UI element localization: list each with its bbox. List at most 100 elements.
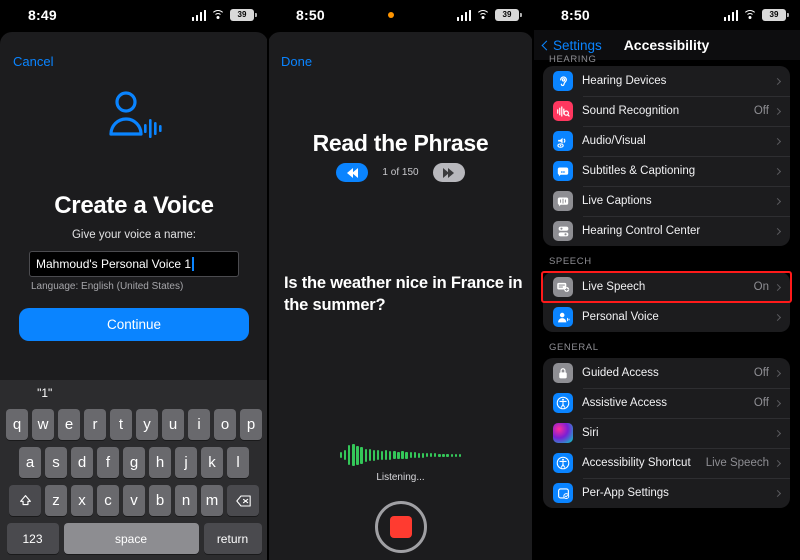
waveform-bar — [434, 453, 437, 457]
chevron-right-icon — [773, 399, 782, 407]
fast-forward-button[interactable] — [432, 163, 465, 182]
key-a[interactable]: a — [19, 447, 41, 478]
settings-row-audio-visual[interactable]: Audio/Visual — [543, 126, 790, 156]
key-u[interactable]: u — [162, 409, 184, 440]
suggestion-0[interactable]: "1" — [0, 386, 89, 400]
done-button[interactable]: Done — [281, 54, 312, 69]
key-z[interactable]: z — [45, 485, 67, 516]
status-icons: 39 — [456, 9, 522, 21]
continue-button[interactable]: Continue — [19, 308, 249, 341]
key-c[interactable]: c — [97, 485, 119, 516]
chevron-left-icon — [541, 40, 552, 50]
settings-row-value: Off — [753, 397, 769, 409]
voice-name-input[interactable]: Mahmoud's Personal Voice 1 — [29, 251, 239, 277]
chevron-right-icon — [773, 197, 782, 205]
key-p[interactable]: p — [240, 409, 262, 440]
create-voice-sheet: Cancel Create a Voice Give your voice a … — [0, 32, 268, 560]
key-x[interactable]: x — [71, 485, 93, 516]
rewind-button[interactable] — [336, 163, 369, 182]
settings-row-value: Off — [753, 367, 769, 379]
numbers-key[interactable]: 123 — [6, 523, 59, 554]
siri-icon — [553, 423, 573, 443]
key-h[interactable]: h — [149, 447, 171, 478]
key-d[interactable]: d — [71, 447, 93, 478]
settings-row-live-captions[interactable]: Live Captions — [543, 186, 790, 216]
status-icons: 39 — [723, 9, 789, 21]
battery-percent: 39 — [237, 10, 247, 19]
live-speech-icon — [553, 277, 573, 297]
key-s[interactable]: s — [45, 447, 67, 478]
settings-row-label: Siri — [582, 427, 599, 439]
settings-row-live-speech[interactable]: Live Speech On — [543, 272, 790, 302]
panel-create-voice: 8:49 39 Cancel Create a Voice Give your … — [0, 0, 268, 560]
settings-row-siri[interactable]: Siri — [543, 418, 790, 448]
waveform-bar — [356, 445, 359, 465]
waveform-bar — [405, 451, 408, 459]
key-y[interactable]: y — [136, 409, 158, 440]
space-key[interactable]: space — [63, 523, 199, 554]
cancel-button[interactable]: Cancel — [13, 54, 53, 69]
settings-row-hearing-control-center[interactable]: Hearing Control Center — [543, 216, 790, 246]
key-l[interactable]: l — [227, 447, 249, 478]
microphone-privacy-indicator-icon — [387, 12, 394, 18]
key-n[interactable]: n — [175, 485, 197, 516]
waveform-bar — [446, 453, 449, 457]
stop-square-icon — [389, 516, 412, 538]
waveform-bar — [380, 450, 384, 460]
panel-accessibility-settings: 8:50 39 Settings Accessibility HEARING H… — [533, 0, 800, 560]
settings-row-per-app-settings[interactable]: Per-App Settings — [543, 478, 790, 508]
key-b[interactable]: b — [149, 485, 171, 516]
waveform-bar — [364, 448, 367, 462]
waveform-bar — [360, 446, 363, 464]
panel-divider-2 — [532, 0, 534, 560]
status-bar-1: 8:49 39 — [0, 0, 268, 30]
settings-row-value: On — [753, 281, 769, 293]
settings-row-sound-recognition[interactable]: Sound Recognition Off — [543, 96, 790, 126]
three-panel-screenshot: 8:49 39 Cancel Create a Voice Give your … — [0, 0, 800, 560]
settings-row-subtitles-captioning[interactable]: cc Subtitles & Captioning — [543, 156, 790, 186]
status-time: 8:50 — [561, 7, 590, 23]
key-e[interactable]: e — [58, 409, 80, 440]
chevron-right-icon — [773, 227, 782, 235]
lock-icon — [553, 363, 573, 383]
key-m[interactable]: m — [201, 485, 223, 516]
accessibility-icon — [553, 393, 573, 413]
shift-key[interactable] — [9, 485, 41, 516]
waveform-bar — [393, 451, 396, 459]
onscreen-keyboard: "1" qwertyuiop asdfghjkl zxcvbnm 123 spa… — [0, 380, 268, 560]
battery-percent: 39 — [769, 10, 779, 19]
key-f[interactable]: f — [97, 447, 119, 478]
panel-divider-1 — [267, 0, 269, 560]
status-time: 8:49 — [28, 7, 57, 23]
key-v[interactable]: v — [123, 485, 145, 516]
settings-row-assistive-access[interactable]: Assistive Access Off — [543, 388, 790, 418]
waveform-bar — [397, 451, 400, 459]
settings-row-personal-voice[interactable]: Personal Voice — [543, 302, 790, 332]
wifi-icon — [211, 9, 225, 21]
key-k[interactable]: k — [201, 447, 223, 478]
settings-row-hearing-devices[interactable]: Hearing Devices — [543, 66, 790, 96]
back-to-settings-button[interactable]: Settings — [541, 38, 602, 53]
language-note: Language: English (United States) — [31, 281, 184, 292]
key-j[interactable]: j — [175, 447, 197, 478]
settings-row-accessibility-shortcut[interactable]: Accessibility Shortcut Live Speech — [543, 448, 790, 478]
key-r[interactable]: r — [84, 409, 106, 440]
key-w[interactable]: w — [32, 409, 54, 440]
chevron-right-icon — [773, 107, 782, 115]
key-g[interactable]: g — [123, 447, 145, 478]
stop-recording-button[interactable] — [268, 501, 533, 553]
settings-row-label: Hearing Control Center — [582, 225, 701, 237]
key-t[interactable]: t — [110, 409, 132, 440]
chevron-right-icon — [773, 137, 782, 145]
key-q[interactable]: q — [6, 409, 28, 440]
key-i[interactable]: i — [188, 409, 210, 440]
return-key[interactable]: return — [203, 523, 262, 554]
key-o[interactable]: o — [214, 409, 236, 440]
backspace-key[interactable] — [227, 485, 259, 516]
settings-row-guided-access[interactable]: Guided Access Off — [543, 358, 790, 388]
keyboard-row-4: 123 space return — [2, 523, 266, 554]
settings-group-speech: Live Speech On Personal Voice — [543, 272, 790, 332]
captions-icon: cc — [553, 161, 573, 181]
audio-visual-icon — [553, 131, 573, 151]
settings-row-label: Personal Voice — [582, 311, 659, 323]
